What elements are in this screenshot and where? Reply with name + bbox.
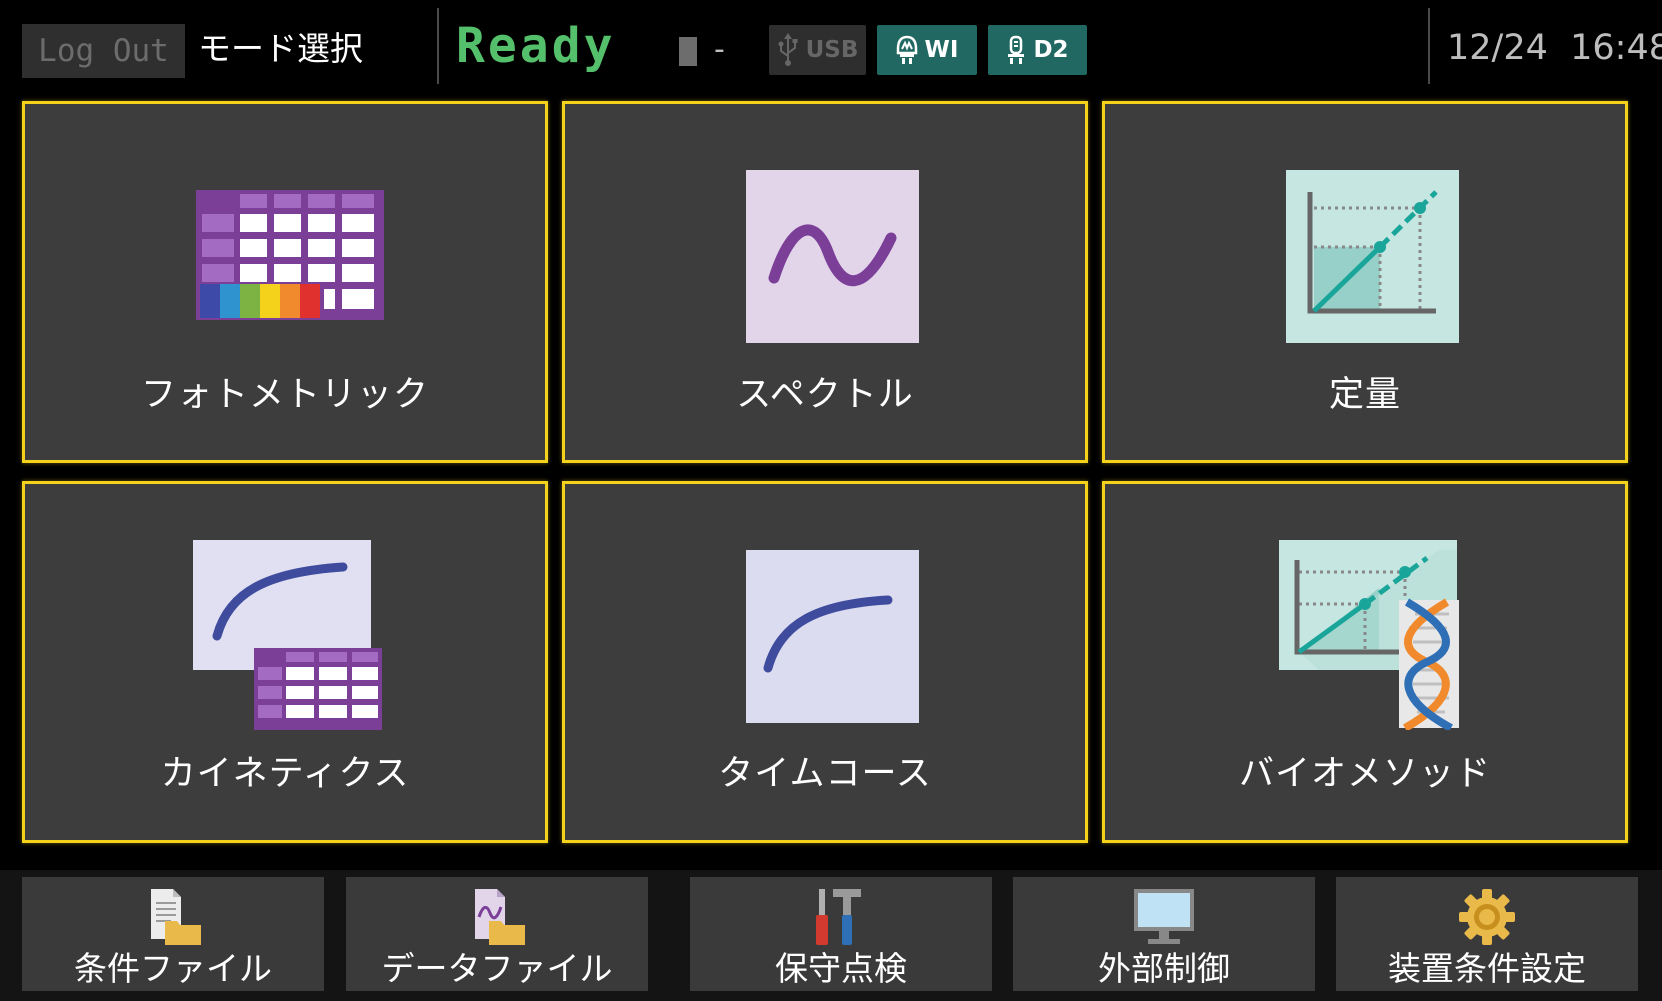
deuterium-lamp-icon (1008, 35, 1025, 64)
usb-badge-label: USB (805, 37, 859, 63)
mode-tile-quantitation[interactable]: 定量 (1102, 101, 1628, 463)
mode-tile-spectrum[interactable]: スペクトル (562, 101, 1088, 463)
mode-label-timecourse: タイムコース (718, 754, 932, 794)
usb-status-badge: USB (769, 25, 866, 75)
monitor-icon (1134, 889, 1194, 944)
device-settings-button[interactable]: 装置条件設定 (1336, 877, 1638, 991)
condition-file-button[interactable]: 条件ファイル (22, 877, 324, 991)
quantitation-graph-icon (1286, 170, 1459, 343)
mode-tile-timecourse[interactable]: タイムコース (562, 481, 1088, 843)
divider (437, 8, 439, 84)
external-control-button[interactable]: 外部制御 (1013, 877, 1315, 991)
mode-label-spectrum: スペクトル (736, 375, 914, 415)
biomethod-dna-icon (1279, 540, 1459, 730)
photometric-table-icon (196, 190, 384, 320)
data-file-label: データファイル (381, 949, 613, 988)
page-title: モード選択 (198, 29, 363, 68)
tungsten-lamp-icon (896, 35, 917, 64)
kinetics-curve-table-icon (193, 540, 382, 730)
status-text: Ready (456, 18, 616, 74)
mode-label-photometric: フォトメトリック (140, 375, 429, 415)
usb-icon (778, 33, 798, 66)
mode-tile-biomethod[interactable]: バイオメソッド (1102, 481, 1628, 843)
mode-label-kinetics: カイネティクス (160, 754, 410, 794)
device-settings-label: 装置条件設定 (1388, 949, 1586, 988)
maintenance-label: 保守点検 (775, 949, 907, 988)
mode-tile-photometric[interactable]: フォトメトリック (22, 101, 548, 463)
mode-tile-kinetics[interactable]: カイネティクス (22, 481, 548, 843)
gear-icon (1459, 889, 1515, 945)
log-out-button[interactable]: Log Out (22, 24, 185, 78)
data-file-icon (475, 889, 525, 945)
cell-position-value: - (714, 32, 725, 67)
mode-label-quantitation: 定量 (1328, 375, 1401, 415)
maintenance-tools-icon (816, 889, 861, 945)
divider (1428, 8, 1430, 84)
wi-badge-label: WI (924, 37, 959, 63)
top-status-bar: Log Out モード選択 Ready - USB WI D2 12/24 16… (0, 0, 1662, 92)
condition-file-icon (151, 889, 201, 945)
time-text: 16:48 (1570, 28, 1662, 68)
maintenance-button[interactable]: 保守点検 (690, 877, 992, 991)
mode-label-biomethod: バイオメソッド (1238, 754, 1491, 794)
date-text: 12/24 (1447, 28, 1548, 68)
condition-file-label: 条件ファイル (74, 949, 272, 988)
d2-badge-label: D2 (1033, 37, 1069, 63)
timecourse-curve-icon (746, 550, 919, 723)
datetime-display: 12/24 16:48 (1447, 24, 1662, 72)
data-file-button[interactable]: データファイル (346, 877, 648, 991)
d2-lamp-badge: D2 (988, 25, 1087, 75)
spectrum-wave-icon (746, 170, 919, 343)
cell-position-icon (679, 37, 697, 66)
wi-lamp-badge: WI (877, 25, 977, 75)
external-control-label: 外部制御 (1098, 949, 1230, 988)
